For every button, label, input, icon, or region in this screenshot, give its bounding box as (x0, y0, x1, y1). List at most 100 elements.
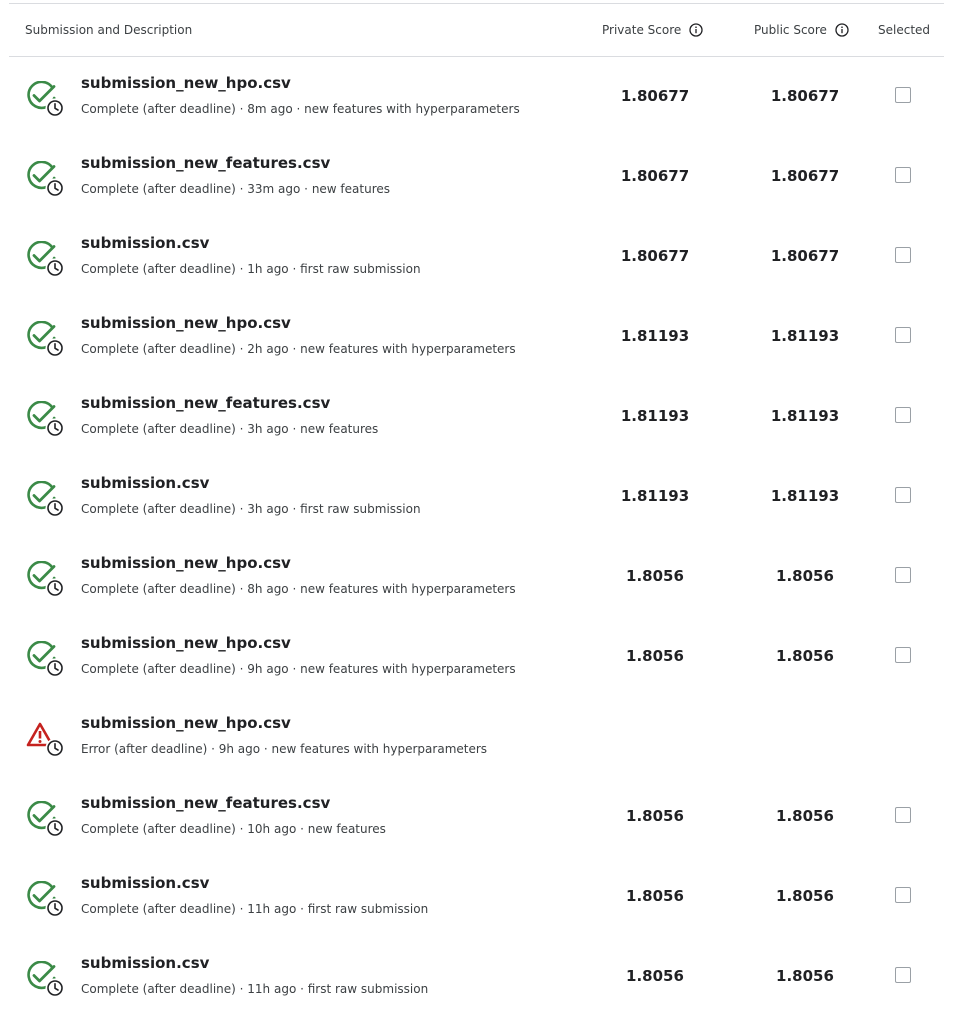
selected-checkbox[interactable] (895, 487, 911, 503)
selected-checkbox[interactable] (895, 87, 911, 103)
private-score-label: Private Score (602, 23, 682, 37)
public-score: 1.80677 (770, 167, 840, 185)
selected-checkbox[interactable] (895, 567, 911, 583)
success-check-icon (27, 881, 65, 918)
private-score: 1.8056 (626, 807, 684, 825)
public-score: 1.8056 (776, 807, 834, 825)
submission-description: Complete (after deadline) · 1h ago · fir… (81, 262, 421, 276)
selected-checkbox[interactable] (895, 247, 911, 263)
header-selected: Selected (878, 23, 931, 37)
submission-filename[interactable]: submission.csv (81, 874, 209, 892)
info-icon[interactable] (689, 23, 703, 37)
private-score: 1.81193 (620, 487, 690, 505)
clock-icon (45, 498, 65, 518)
submission-row: submission.csv Complete (after deadline) … (9, 857, 944, 937)
submission-row: submission_new_features.csv Complete (aft… (9, 377, 944, 457)
success-check-icon (27, 81, 65, 118)
success-check-icon (27, 481, 65, 518)
info-icon[interactable] (835, 23, 849, 37)
submission-filename[interactable]: submission_new_hpo.csv (81, 714, 291, 732)
selected-checkbox[interactable] (895, 647, 911, 663)
clock-icon (45, 258, 65, 278)
submission-description: Complete (after deadline) · 8h ago · new… (81, 582, 516, 596)
success-check-icon (27, 801, 65, 838)
private-score: 1.81193 (620, 327, 690, 345)
submission-row: submission_new_hpo.csv Error (after deadl… (9, 697, 944, 777)
submission-filename[interactable]: submission_new_hpo.csv (81, 314, 291, 332)
submission-description: Complete (after deadline) · 8m ago · new… (81, 102, 520, 116)
clock-icon (45, 338, 65, 358)
success-check-icon (27, 321, 65, 358)
selected-checkbox[interactable] (895, 407, 911, 423)
submission-row: submission.csv Complete (after deadline) … (9, 937, 944, 1017)
header-private-score: Private Score (602, 4, 703, 56)
submission-row: submission_new_features.csv Complete (aft… (9, 777, 944, 857)
submission-filename[interactable]: submission_new_features.csv (81, 394, 330, 412)
selected-checkbox[interactable] (895, 887, 911, 903)
public-score: 1.8056 (776, 567, 834, 585)
submission-description: Complete (after deadline) · 9h ago · new… (81, 662, 516, 676)
clock-icon (45, 738, 65, 758)
submission-row: submission.csv Complete (after deadline) … (9, 217, 944, 297)
submission-filename[interactable]: submission_new_hpo.csv (81, 634, 291, 652)
public-score: 1.81193 (770, 327, 840, 345)
public-score-label: Public Score (754, 23, 827, 37)
clock-icon (45, 418, 65, 438)
submission-filename[interactable]: submission_new_hpo.csv (81, 554, 291, 572)
submission-description: Complete (after deadline) · 33m ago · ne… (81, 182, 391, 196)
private-score: 1.80677 (620, 247, 690, 265)
private-score: 1.80677 (620, 167, 690, 185)
submission-filename[interactable]: submission.csv (81, 954, 209, 972)
public-score: 1.8056 (776, 887, 834, 905)
submission-list: submission_new_hpo.csv Complete (after de… (9, 57, 944, 1017)
private-score: 1.80677 (620, 87, 690, 105)
submission-row: submission_new_hpo.csv Complete (after de… (9, 617, 944, 697)
submission-row: submission_new_hpo.csv Complete (after de… (9, 297, 944, 377)
submission-row: submission_new_features.csv Complete (aft… (9, 137, 944, 217)
submission-description: Complete (after deadline) · 11h ago · fi… (81, 982, 429, 996)
submission-row: submission.csv Complete (after deadline) … (9, 457, 944, 537)
submission-filename[interactable]: submission.csv (81, 234, 209, 252)
submission-row: submission_new_hpo.csv Complete (after de… (9, 57, 944, 137)
clock-icon (45, 578, 65, 598)
submissions-table: Submission and Description Private Score… (9, 3, 944, 1017)
table-header: Submission and Description Private Score… (9, 4, 944, 57)
header-public-score: Public Score (754, 4, 849, 56)
private-score: 1.8056 (626, 647, 684, 665)
success-check-icon (27, 561, 65, 598)
selected-checkbox[interactable] (895, 327, 911, 343)
header-submission-description: Submission and Description (25, 23, 193, 37)
clock-icon (45, 898, 65, 918)
public-score: 1.81193 (770, 487, 840, 505)
submission-description: Complete (after deadline) · 10h ago · ne… (81, 822, 386, 836)
public-score: 1.8056 (776, 647, 834, 665)
public-score: 1.81193 (770, 407, 840, 425)
submission-row: submission_new_hpo.csv Complete (after de… (9, 537, 944, 617)
clock-icon (45, 978, 65, 998)
private-score: 1.8056 (626, 887, 684, 905)
selected-checkbox[interactable] (895, 167, 911, 183)
submission-description: Complete (after deadline) · 11h ago · fi… (81, 902, 429, 916)
success-check-icon (27, 241, 65, 278)
clock-icon (45, 98, 65, 118)
submission-description: Error (after deadline) · 9h ago · new fe… (81, 742, 488, 756)
submission-filename[interactable]: submission_new_features.csv (81, 154, 330, 172)
public-score: 1.80677 (770, 247, 840, 265)
submission-filename[interactable]: submission_new_hpo.csv (81, 74, 291, 92)
selected-checkbox[interactable] (895, 967, 911, 983)
private-score: 1.81193 (620, 407, 690, 425)
success-check-icon (27, 961, 65, 998)
success-check-icon (27, 161, 65, 198)
error-warning-icon (26, 722, 65, 758)
clock-icon (45, 178, 65, 198)
selected-checkbox[interactable] (895, 807, 911, 823)
submission-filename[interactable]: submission_new_features.csv (81, 794, 330, 812)
submission-description: Complete (after deadline) · 3h ago · fir… (81, 502, 421, 516)
submission-description: Complete (after deadline) · 2h ago · new… (81, 342, 516, 356)
public-score: 1.8056 (776, 967, 834, 985)
public-score: 1.80677 (770, 87, 840, 105)
success-check-icon (27, 641, 65, 678)
submission-filename[interactable]: submission.csv (81, 474, 209, 492)
submission-description: Complete (after deadline) · 3h ago · new… (81, 422, 379, 436)
private-score: 1.8056 (626, 567, 684, 585)
